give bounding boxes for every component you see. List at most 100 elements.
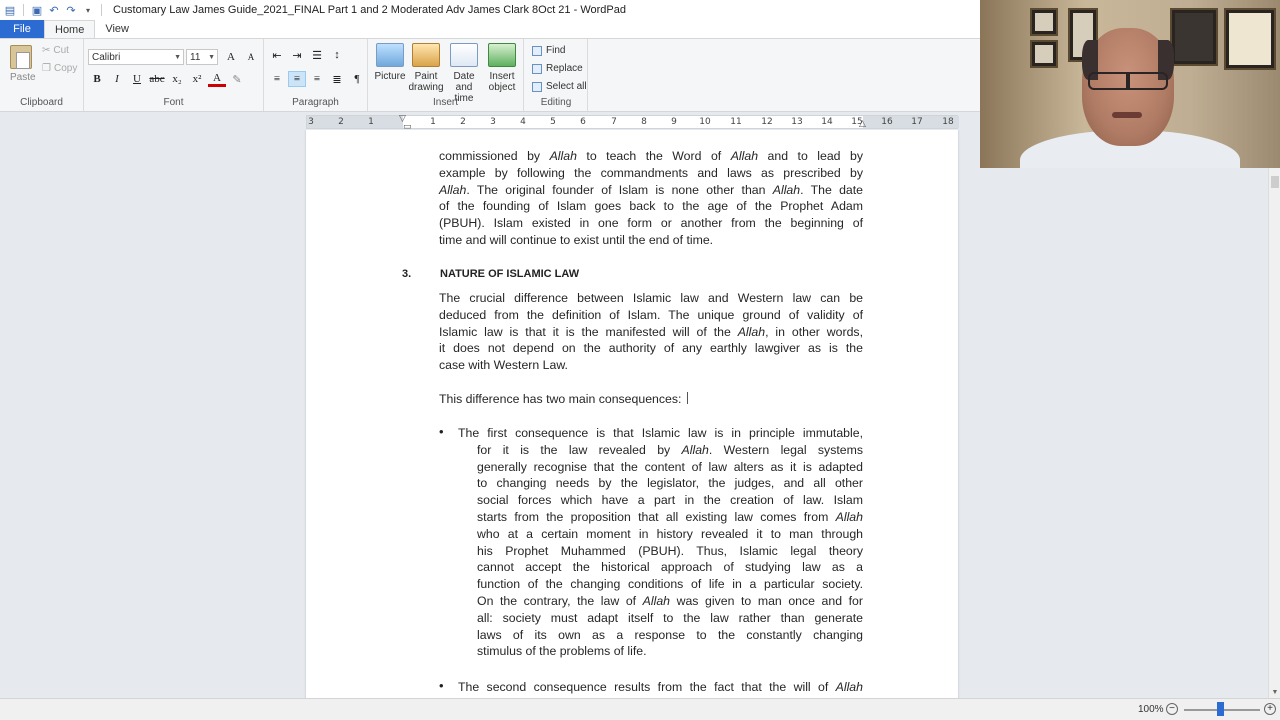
customize-qat-icon[interactable]: ▾: [81, 3, 95, 17]
tab-view[interactable]: View: [95, 20, 139, 38]
para1-line: time and will continue to exist until th…: [439, 232, 714, 247]
line-spacing-icon[interactable]: ↕: [328, 47, 346, 63]
font-size-select[interactable]: 11 ▼: [186, 49, 218, 65]
paint-drawing-label-2: drawing: [408, 82, 444, 93]
bullet2-line: The second consequence results from the …: [458, 680, 863, 694]
redo-icon[interactable]: ↷: [64, 3, 78, 17]
person-mouth: [1112, 112, 1142, 118]
ruler-number: 7: [611, 117, 617, 127]
select-all-label: Select all: [546, 81, 587, 92]
paragraph-settings-icon[interactable]: ¶: [348, 71, 366, 87]
picture-button[interactable]: Picture: [370, 43, 410, 82]
para1-line: Allah. The original founder of Islam is …: [439, 182, 864, 197]
replace-icon: [532, 63, 542, 74]
window-title: Customary Law James Guide_2021_FINAL Par…: [113, 4, 626, 16]
undo-icon[interactable]: ↶: [47, 3, 61, 17]
date-time-label-1: Date and: [453, 71, 475, 93]
webcam-overlay: [980, 0, 1280, 168]
bullet1-line: generally recognise that the content of …: [477, 459, 863, 474]
bullet-1: The first consequence is that Islamic la…: [458, 425, 863, 660]
replace-label: Replace: [546, 63, 583, 74]
paste-icon[interactable]: [10, 45, 32, 69]
scroll-down-icon[interactable]: ▼: [1269, 686, 1280, 698]
select-all-button[interactable]: Select all: [532, 81, 587, 92]
insert-object-label-1: Insert: [489, 71, 515, 82]
ruler-number: 18: [942, 117, 954, 127]
bullet1-line: laws of its own as a response to the con…: [477, 627, 863, 642]
font-format-row: B I U abc x₂ x² A ✎: [88, 71, 246, 87]
insert-object-label-2: object: [488, 82, 516, 93]
scrollbar-thumb[interactable]: [1271, 176, 1279, 188]
ruler-number: 16: [881, 117, 893, 127]
para2-line: Islamic law is that it is the manifested…: [439, 324, 863, 339]
ruler-number: 12: [761, 117, 773, 127]
increase-indent-icon[interactable]: ⇥: [288, 47, 306, 63]
align-right-icon[interactable]: ≡: [308, 71, 326, 87]
quick-access-toolbar: ▤ ▣ ↶ ↷ ▾: [0, 3, 105, 17]
paragraph-row-2: ≡ ≡ ≡ ≣ ¶: [268, 71, 366, 87]
bullet1-line: his Prophet Muhammed (PBUH). Thus, Islam…: [477, 543, 863, 558]
bullet1-line: for it is the law revealed by Allah. Wes…: [477, 442, 863, 457]
save-icon[interactable]: ▣: [30, 3, 44, 17]
superscript-icon[interactable]: x²: [188, 71, 206, 87]
italic-icon[interactable]: I: [108, 71, 126, 87]
subscript-icon[interactable]: x₂: [168, 71, 186, 87]
find-button[interactable]: Find: [532, 45, 565, 56]
replace-button[interactable]: Replace: [532, 63, 583, 74]
chevron-down-icon: ▼: [174, 53, 181, 61]
grow-font-icon[interactable]: A: [222, 49, 240, 65]
strikethrough-icon[interactable]: abc: [148, 71, 166, 87]
ruler-number: 17: [911, 117, 923, 127]
insert-object-button[interactable]: Insert object: [482, 43, 522, 93]
cut-button[interactable]: ✂ Cut: [42, 45, 69, 56]
ruler-number: 13: [791, 117, 803, 127]
find-label: Find: [546, 45, 566, 56]
align-center-icon[interactable]: ≡: [288, 71, 306, 87]
font-family-select[interactable]: Calibri ▼: [88, 49, 184, 65]
paragraph-row-1: ⇤ ⇥ ☰ ↕: [268, 47, 346, 63]
wall-picture-frame: [1224, 8, 1276, 70]
text-color-icon[interactable]: A: [208, 71, 226, 87]
underline-icon[interactable]: U: [128, 71, 146, 87]
right-indent-marker[interactable]: △: [859, 118, 866, 129]
paragraph-group-label: Paragraph: [292, 97, 339, 108]
ribbon-tabs: File Home View: [0, 20, 980, 38]
clipboard-group-label: Clipboard: [20, 97, 63, 108]
decrease-indent-icon[interactable]: ⇤: [268, 47, 286, 63]
bullet1-line: all: society must adapt itself to the la…: [477, 610, 863, 625]
highlight-icon[interactable]: ✎: [228, 71, 246, 87]
ruler-number: 6: [580, 117, 586, 127]
wordpad-app-icon[interactable]: ▤: [3, 3, 17, 17]
copy-button[interactable]: ❐ Copy: [42, 63, 77, 74]
zoom-slider-thumb[interactable]: [1217, 702, 1224, 716]
bullet-list-icon[interactable]: ☰: [308, 47, 326, 63]
ruler-number: 2: [460, 117, 466, 127]
align-left-icon[interactable]: ≡: [268, 71, 286, 87]
ruler-number: 8: [641, 117, 647, 127]
ruler[interactable]: 3 2 1 1 2 3 4 5 6 7 8 9 10 11 12 13 14 1…: [306, 113, 959, 131]
justify-icon[interactable]: ≣: [328, 71, 346, 87]
zoom-in-button[interactable]: +: [1264, 703, 1276, 715]
tab-home[interactable]: Home: [44, 20, 96, 38]
zoom-out-button[interactable]: −: [1166, 703, 1178, 715]
ruler-number: 1: [368, 117, 374, 127]
vertical-scrollbar[interactable]: ▼: [1268, 168, 1280, 698]
paragraph-1: commissioned by Allah to teach the Word …: [439, 148, 863, 249]
paste-button[interactable]: Paste: [10, 72, 36, 83]
date-time-button[interactable]: Date and time: [444, 43, 484, 104]
paint-drawing-button[interactable]: Paint drawing: [406, 43, 446, 93]
cut-label: Cut: [53, 45, 69, 56]
tab-file[interactable]: File: [0, 20, 44, 38]
document-page[interactable]: commissioned by Allah to teach the Word …: [306, 130, 958, 698]
title-bar: ▤ ▣ ↶ ↷ ▾ Customary Law James Guide_2021…: [0, 0, 980, 20]
paint-drawing-icon: [412, 43, 440, 67]
bold-icon[interactable]: B: [88, 71, 106, 87]
bullet1-line: social forces which have a part in the c…: [477, 493, 863, 508]
ruler-number: 4: [520, 117, 526, 127]
wall-picture-frame: [1170, 8, 1218, 66]
shrink-font-icon[interactable]: A: [242, 49, 260, 65]
document-area[interactable]: commissioned by Allah to teach the Word …: [0, 130, 1268, 698]
bullet1-line: to changing needs by the legislator, the…: [477, 476, 863, 491]
binoculars-icon: [532, 45, 542, 56]
para2-line: deduced from the definition of Islam. Th…: [439, 307, 863, 322]
